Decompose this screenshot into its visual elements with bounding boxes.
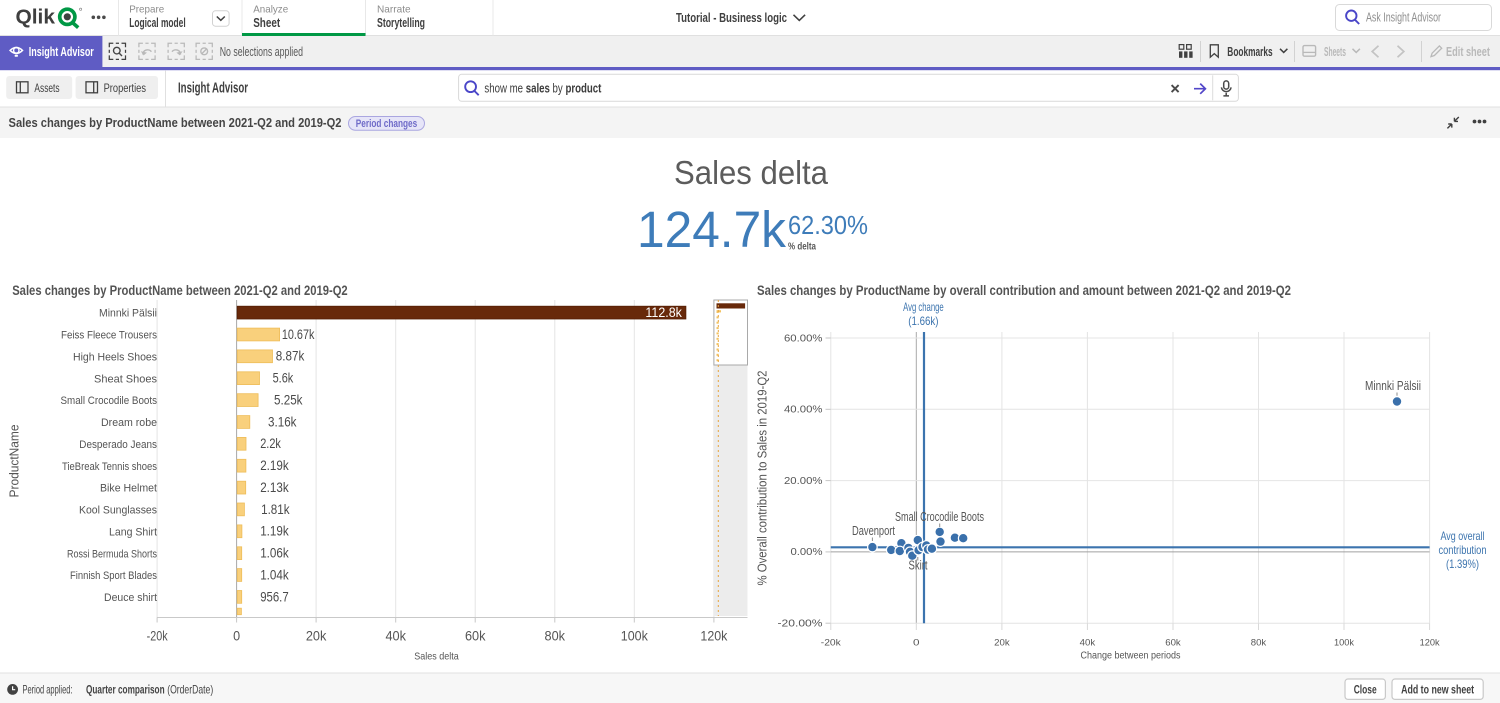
- svg-text:1.04k: 1.04k: [260, 567, 289, 582]
- svg-text:Insight Advisor: Insight Advisor: [29, 45, 94, 59]
- svg-text:TieBreak Tennis shoes: TieBreak Tennis shoes: [62, 461, 157, 473]
- svg-text:40k: 40k: [1080, 638, 1096, 649]
- svg-text:20k: 20k: [306, 628, 327, 644]
- svg-text:show me sales by product: show me sales by product: [484, 81, 602, 95]
- svg-text:Sales changes by ProductName b: Sales changes by ProductName between 202…: [9, 115, 342, 130]
- svg-text:Analyze: Analyze: [253, 4, 288, 16]
- svg-text:2.19k: 2.19k: [260, 458, 289, 473]
- svg-text:Storytelling: Storytelling: [377, 16, 425, 30]
- svg-text:Sales changes by ProductName b: Sales changes by ProductName between 202…: [12, 283, 348, 298]
- svg-text:5.25k: 5.25k: [274, 393, 303, 408]
- svg-text:1.06k: 1.06k: [260, 546, 289, 561]
- svg-text:10.67k: 10.67k: [282, 327, 315, 342]
- svg-text:-20.00%: -20.00%: [778, 618, 823, 630]
- svg-text:No selections applied: No selections applied: [220, 45, 303, 59]
- svg-text:Small Crocodile Boots: Small Crocodile Boots: [895, 510, 984, 524]
- svg-text:Sales changes by ProductName b: Sales changes by ProductName by overall …: [757, 283, 1291, 298]
- svg-text:contribution: contribution: [1439, 543, 1487, 557]
- svg-text:3.16k: 3.16k: [268, 414, 297, 429]
- svg-text:Desperado Jeans: Desperado Jeans: [79, 439, 157, 451]
- svg-text:1.81k: 1.81k: [261, 502, 290, 517]
- svg-text:ProductName: ProductName: [8, 424, 22, 497]
- svg-text:100k: 100k: [621, 628, 649, 644]
- svg-text:Rossi Bermuda Shorts: Rossi Bermuda Shorts: [67, 548, 157, 560]
- svg-text:62.30%: 62.30%: [788, 210, 868, 240]
- svg-text:40.00%: 40.00%: [784, 404, 823, 416]
- svg-text:Sales delta: Sales delta: [674, 154, 829, 191]
- svg-text:124.7k: 124.7k: [637, 201, 786, 258]
- svg-text:Davenport: Davenport: [852, 524, 895, 538]
- svg-text:Insight Advisor: Insight Advisor: [178, 81, 248, 97]
- svg-text:Small Crocodile Boots: Small Crocodile Boots: [61, 395, 158, 407]
- svg-text:Add to new sheet: Add to new sheet: [1401, 683, 1474, 697]
- svg-text:Bike Helmet: Bike Helmet: [100, 483, 157, 495]
- svg-text:Dream robe: Dream robe: [101, 417, 157, 429]
- svg-text:1.19k: 1.19k: [260, 524, 289, 539]
- svg-text:Bookmarks: Bookmarks: [1227, 45, 1272, 59]
- svg-text:Sheat Shoes: Sheat Shoes: [94, 373, 157, 385]
- svg-text:5.6k: 5.6k: [273, 371, 294, 386]
- svg-text:2.13k: 2.13k: [260, 480, 289, 495]
- svg-text:Feiss Fleece Trousers: Feiss Fleece Trousers: [61, 330, 157, 342]
- svg-text:Deuce shirt: Deuce shirt: [104, 592, 157, 604]
- svg-text:Minnki Pälsii: Minnki Pälsii: [99, 308, 157, 320]
- svg-text:8.87k: 8.87k: [276, 349, 305, 364]
- svg-text:112.8k: 112.8k: [645, 305, 682, 320]
- svg-text:% delta: % delta: [788, 241, 816, 253]
- svg-text:2.2k: 2.2k: [260, 436, 281, 451]
- svg-text:100k: 100k: [1334, 638, 1354, 649]
- svg-text:Change between periods: Change between periods: [1081, 651, 1181, 662]
- svg-text:Period applied:: Period applied:: [23, 683, 73, 697]
- svg-text:40k: 40k: [385, 628, 406, 644]
- svg-text:Tutorial - Business logic: Tutorial - Business logic: [676, 11, 787, 25]
- svg-text:60k: 60k: [465, 628, 486, 644]
- svg-text:Logical model: Logical model: [129, 16, 186, 30]
- svg-text:Sheets: Sheets: [1324, 45, 1346, 59]
- svg-text:Close: Close: [1354, 683, 1377, 697]
- svg-text:Ask Insight Advisor: Ask Insight Advisor: [1366, 11, 1441, 25]
- svg-text:(1.39%): (1.39%): [1446, 557, 1479, 571]
- svg-text:Assets: Assets: [34, 83, 59, 95]
- svg-text:120k: 120k: [700, 628, 728, 644]
- svg-text:80k: 80k: [545, 628, 566, 644]
- svg-text:956.7: 956.7: [260, 589, 289, 604]
- svg-text:Avg change: Avg change: [903, 300, 944, 314]
- svg-text:20k: 20k: [994, 638, 1010, 649]
- svg-text:Kool Sunglasses: Kool Sunglasses: [79, 505, 157, 517]
- svg-text:0: 0: [233, 628, 240, 644]
- svg-text:0.00%: 0.00%: [791, 546, 823, 558]
- svg-text:Prepare: Prepare: [129, 4, 164, 16]
- svg-text:Minnki Pälsii: Minnki Pälsii: [1365, 379, 1421, 393]
- svg-text:-20k: -20k: [821, 638, 841, 649]
- svg-text:60.00%: 60.00%: [784, 332, 823, 344]
- svg-text:Sales delta: Sales delta: [414, 651, 459, 663]
- svg-text:120k: 120k: [1420, 638, 1440, 649]
- svg-text:-20k: -20k: [147, 628, 169, 644]
- svg-text:Sheet: Sheet: [253, 16, 281, 30]
- svg-text:80k: 80k: [1251, 638, 1267, 649]
- svg-text:Edit sheet: Edit sheet: [1446, 45, 1491, 59]
- svg-text:Properties: Properties: [104, 83, 147, 95]
- svg-text:Avg overall: Avg overall: [1441, 529, 1485, 543]
- svg-text:High Heels Shoes: High Heels Shoes: [73, 351, 157, 363]
- svg-text:60k: 60k: [1165, 638, 1181, 649]
- svg-text:% Overall contribution to Sale: % Overall contribution to Sales in 2019-…: [756, 370, 770, 585]
- svg-text:(1.66k): (1.66k): [908, 314, 938, 328]
- svg-text:Finnish Sport Blades: Finnish Sport Blades: [70, 570, 157, 582]
- svg-text:Skirt: Skirt: [909, 559, 928, 573]
- svg-text:Quarter comparison: Quarter comparison: [86, 683, 165, 697]
- svg-text:Period changes: Period changes: [356, 118, 418, 130]
- svg-text:20.00%: 20.00%: [784, 475, 823, 487]
- svg-text:Lang Shirt: Lang Shirt: [109, 526, 157, 538]
- svg-text:Qlik: Qlik: [16, 6, 56, 29]
- svg-text:Narrate: Narrate: [377, 4, 411, 16]
- svg-text:(OrderDate): (OrderDate): [167, 683, 213, 697]
- svg-text:0: 0: [913, 638, 920, 649]
